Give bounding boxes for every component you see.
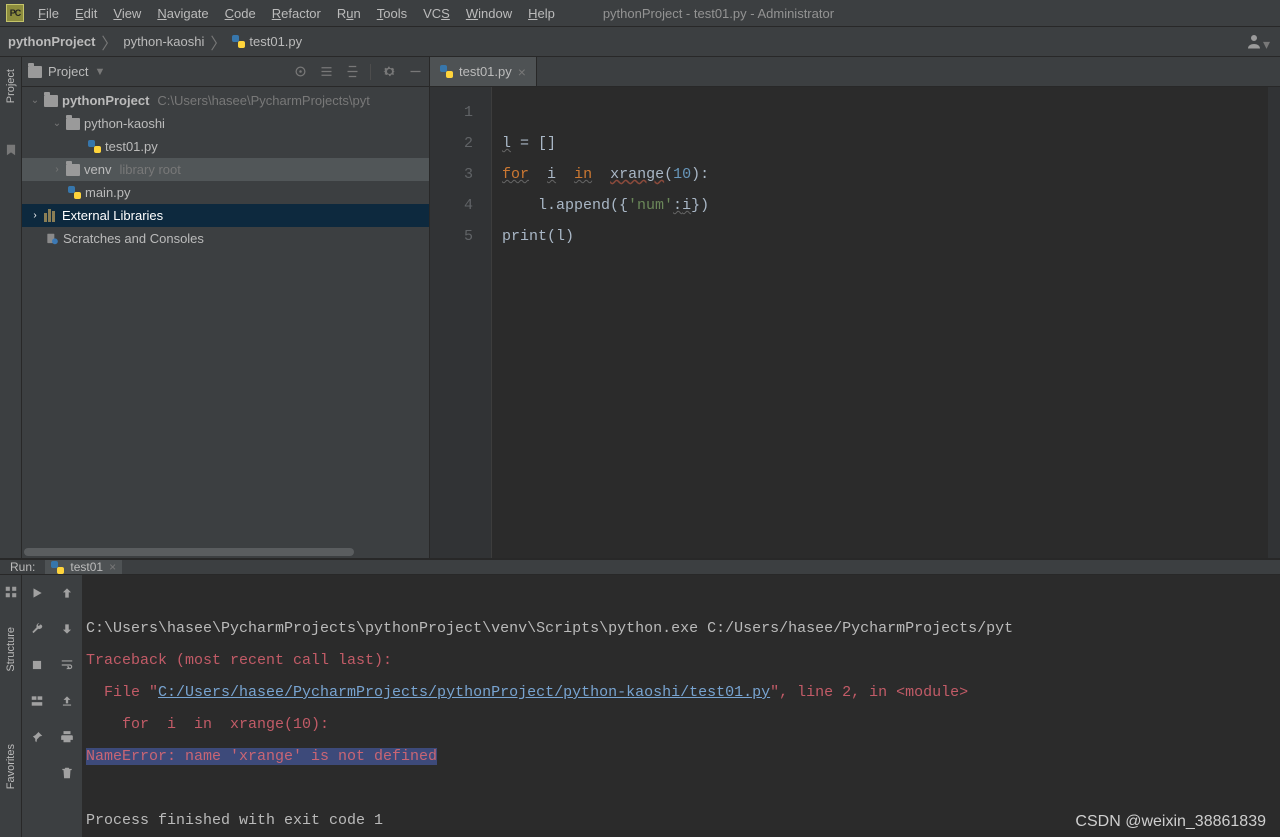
close-icon[interactable]: × <box>518 64 526 80</box>
tree-venv[interactable]: › venv library root <box>22 158 429 181</box>
soft-wrap-icon[interactable] <box>59 657 75 673</box>
app-icon: PC <box>6 4 24 22</box>
crumb-file[interactable]: test01.py <box>232 34 302 49</box>
editor-tabbar: test01.py × <box>430 57 1280 87</box>
run-toolbar-right <box>52 575 82 837</box>
crumb-project[interactable]: pythonProject〉 <box>8 30 119 54</box>
menu-help[interactable]: Help <box>520 3 563 24</box>
menu-navigate[interactable]: Navigate <box>149 3 216 24</box>
tree-kaoshi[interactable]: ⌄ python-kaoshi <box>22 112 429 135</box>
locate-icon[interactable] <box>292 64 308 80</box>
close-icon[interactable]: × <box>109 560 116 574</box>
main-menubar: PC File Edit View Navigate Code Refactor… <box>0 0 1280 27</box>
window-title: pythonProject - test01.py - Administrato… <box>603 6 834 21</box>
tree-main[interactable]: main.py <box>22 181 429 204</box>
run-toolbar-left <box>22 575 52 837</box>
tree-ext-lib[interactable]: › External Libraries <box>22 204 429 227</box>
project-toolwindow: Project ▼ ⌄ pythonProject C:\Users\hasee… <box>22 57 430 558</box>
run-toolwindow: Run: test01 × Structure Favorites <box>0 559 1280 814</box>
menu-tools[interactable]: Tools <box>369 3 415 24</box>
structure-icon[interactable] <box>4 585 18 599</box>
down-icon[interactable] <box>59 621 75 637</box>
folder-icon <box>28 66 42 78</box>
python-file-icon <box>51 561 64 574</box>
code[interactable]: l = [] for i in xrange(10): l.append({'n… <box>492 87 709 558</box>
crumb-folder[interactable]: python-kaoshi〉 <box>123 30 228 54</box>
left-toolwindow-stripe: Project <box>0 57 22 558</box>
stripe-project[interactable]: Project <box>5 69 17 103</box>
left-stripe-bottom: Structure Favorites <box>0 575 22 837</box>
run-body: Structure Favorites C:\Users\hasee\Pycha… <box>0 575 1280 837</box>
menu-view[interactable]: View <box>105 3 149 24</box>
stripe-favorites[interactable]: Favorites <box>5 744 17 789</box>
layout-icon[interactable] <box>29 693 45 709</box>
collapse-all-icon[interactable] <box>344 64 360 80</box>
trash-icon[interactable] <box>59 765 75 781</box>
project-header-label[interactable]: Project ▼ <box>28 64 105 79</box>
tab-test01[interactable]: test01.py × <box>430 57 537 86</box>
gear-icon[interactable] <box>381 64 397 80</box>
bookmark-icon[interactable] <box>4 143 18 157</box>
workspace: Project Project ▼ ⌄ pythonProject <box>0 57 1280 559</box>
menu-edit[interactable]: Edit <box>67 3 105 24</box>
run-console[interactable]: C:\Users\hasee\PycharmProjects\pythonPro… <box>82 575 1280 837</box>
export-icon[interactable] <box>59 693 75 709</box>
editor-area: test01.py × 1 2 3 4 5 l = [] for i in xr… <box>430 57 1280 558</box>
run-tab[interactable]: test01 × <box>45 560 122 574</box>
tree-scratches[interactable]: Scratches and Consoles <box>22 227 429 250</box>
scratches-icon <box>45 232 59 246</box>
editor-body[interactable]: 1 2 3 4 5 l = [] for i in xrange(10): l.… <box>430 87 1280 558</box>
run-title: Run: <box>10 560 35 574</box>
run-icon[interactable] <box>29 585 45 601</box>
up-icon[interactable] <box>59 585 75 601</box>
gutter: 1 2 3 4 5 <box>430 87 492 558</box>
print-icon[interactable] <box>59 729 75 745</box>
user-icon[interactable]: ▾ <box>1245 33 1270 53</box>
menu-refactor[interactable]: Refactor <box>264 3 329 24</box>
sidebar-scrollbar[interactable] <box>24 548 354 556</box>
menu-window[interactable]: Window <box>458 3 520 24</box>
python-file-icon <box>88 140 101 153</box>
menu-file[interactable]: File <box>30 3 67 24</box>
wrench-icon[interactable] <box>29 621 45 637</box>
python-file-icon <box>68 186 81 199</box>
python-file-icon <box>232 35 245 48</box>
python-file-icon <box>440 65 453 78</box>
run-header: Run: test01 × <box>0 560 1280 575</box>
nav-bar: pythonProject〉 python-kaoshi〉 test01.py … <box>0 27 1280 57</box>
minimize-icon[interactable] <box>407 64 423 80</box>
stripe-structure[interactable]: Structure <box>5 627 17 672</box>
tree-test01[interactable]: test01.py <box>22 135 429 158</box>
editor-error-stripe[interactable] <box>1268 87 1280 558</box>
tree-root[interactable]: ⌄ pythonProject C:\Users\hasee\PycharmPr… <box>22 89 429 112</box>
traceback-link[interactable]: C:/Users/hasee/PycharmProjects/pythonPro… <box>158 684 770 701</box>
menu-run[interactable]: Run <box>329 3 369 24</box>
library-icon <box>44 209 58 222</box>
stop-icon[interactable] <box>29 657 45 673</box>
expand-all-icon[interactable] <box>318 64 334 80</box>
menu-vcs[interactable]: VCS <box>415 3 458 24</box>
project-tree[interactable]: ⌄ pythonProject C:\Users\hasee\PycharmPr… <box>22 87 429 558</box>
project-header: Project ▼ <box>22 57 429 87</box>
pin-icon[interactable] <box>29 729 45 745</box>
menu-code[interactable]: Code <box>217 3 264 24</box>
